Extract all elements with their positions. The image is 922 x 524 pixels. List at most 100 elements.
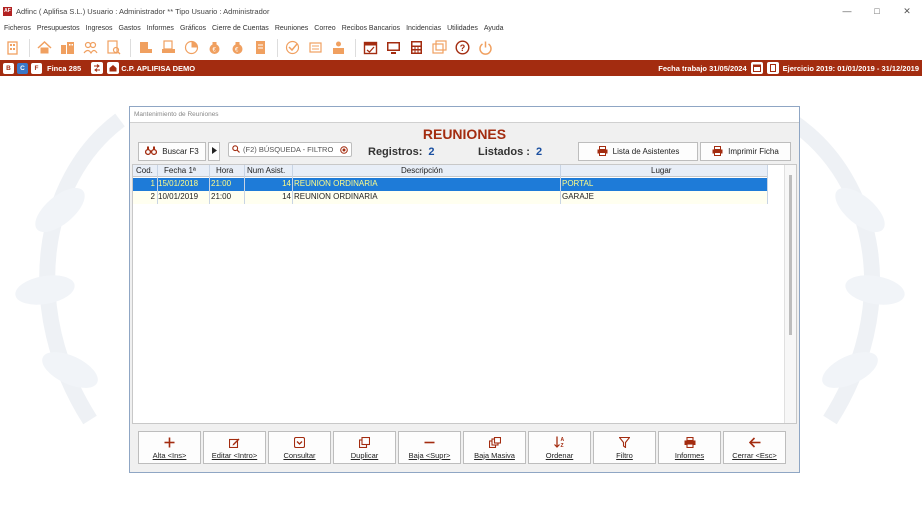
book-icon[interactable] xyxy=(137,39,154,56)
triangle-right-icon xyxy=(211,147,217,156)
listados-stat: Listados : 2 xyxy=(478,146,542,158)
table-scrollbar[interactable] xyxy=(784,165,796,423)
menu-gastos[interactable]: Gastos xyxy=(119,25,141,32)
users-icon[interactable] xyxy=(82,39,99,56)
printer-icon xyxy=(684,436,696,449)
search-input[interactable]: (F2) BÚSQUEDA - FILTRO xyxy=(228,142,352,157)
editar-button[interactable]: Editar <Intro> xyxy=(203,431,266,464)
alta-button[interactable]: Alta <Ins> xyxy=(138,431,201,464)
duplicar-button[interactable]: Duplicar xyxy=(333,431,396,464)
meeting-icon[interactable] xyxy=(284,39,301,56)
badge-c[interactable]: C xyxy=(17,62,28,74)
minimize-button[interactable]: — xyxy=(832,0,862,22)
registros-value: 2 xyxy=(428,146,435,158)
document-search-icon[interactable] xyxy=(105,39,122,56)
printer-icon xyxy=(597,145,608,158)
ejercicio: Ejercicio 2019: 01/01/2019 - 31/12/2019 xyxy=(782,63,919,73)
search-button[interactable]: Buscar F3 xyxy=(138,142,206,161)
menu-graficos[interactable]: Gráficos xyxy=(180,25,206,32)
imprimir-ficha-button[interactable]: Imprimir Ficha xyxy=(700,142,791,161)
baja-label: Baja <Supr> xyxy=(408,450,451,460)
window-title: Adfinc ( Aplifisa S.L.) Usuario : Admini… xyxy=(16,6,270,16)
informes-label: Informes xyxy=(674,450,705,460)
badge-f[interactable]: F xyxy=(31,62,42,74)
house-icon[interactable] xyxy=(36,39,53,56)
registros-stat: Registros: 2 xyxy=(368,146,435,158)
svg-text:?: ? xyxy=(460,43,466,53)
search-button-label: Buscar F3 xyxy=(162,147,199,156)
menu-utilidades[interactable]: Utilidades xyxy=(447,25,478,32)
menu-ficheros[interactable]: Ficheros xyxy=(4,25,31,32)
binoculars-icon xyxy=(145,146,158,157)
money-bag-icon[interactable]: € xyxy=(206,39,223,56)
toolbar-separator xyxy=(355,38,356,57)
maximize-button[interactable]: □ xyxy=(862,0,892,22)
building-icon[interactable] xyxy=(4,39,21,56)
scrollbar-thumb[interactable] xyxy=(789,175,792,335)
filtro-button[interactable]: Filtro xyxy=(593,431,656,464)
ordenar-label: Ordenar xyxy=(545,450,574,460)
coins-icon[interactable]: € xyxy=(229,39,246,56)
alta-label: Alta <Ins> xyxy=(152,450,187,460)
edit-icon xyxy=(229,436,240,449)
column-dividers xyxy=(157,165,768,204)
window-controls: — □ ✕ xyxy=(832,0,922,22)
menu-ayuda[interactable]: Ayuda xyxy=(484,25,504,32)
close-button[interactable]: ✕ xyxy=(892,0,922,22)
listados-label: Listados : xyxy=(478,146,530,158)
lista-asistentes-label: Lista de Asistentes xyxy=(612,147,680,156)
document-small-icon[interactable] xyxy=(766,62,779,74)
dialog-title: Mantenimiento de Reuniones xyxy=(130,107,799,123)
arrow-left-icon xyxy=(748,436,761,449)
window-icon[interactable] xyxy=(431,39,448,56)
calendar-small-icon[interactable] xyxy=(750,62,763,74)
consultar-button[interactable]: Consultar xyxy=(268,431,331,464)
monitor-icon[interactable] xyxy=(385,39,402,56)
printer-doc-icon[interactable] xyxy=(160,39,177,56)
baja-button[interactable]: Baja <Supr> xyxy=(398,431,461,464)
menu-reuniones[interactable]: Reuniones xyxy=(275,25,308,32)
calendar-icon[interactable] xyxy=(362,39,379,56)
window-titlebar: AF Adfinc ( Aplifisa S.L.) Usuario : Adm… xyxy=(0,0,922,22)
bell-icon[interactable] xyxy=(307,39,324,56)
lista-asistentes-button[interactable]: Lista de Asistentes xyxy=(578,142,698,161)
city-icon[interactable] xyxy=(59,39,76,56)
minus-icon xyxy=(424,436,435,449)
printer-icon xyxy=(712,145,723,158)
clear-search-icon[interactable] xyxy=(340,146,348,156)
toolbar-separator xyxy=(277,38,278,57)
ordenar-button[interactable]: AZ Ordenar xyxy=(528,431,591,464)
informes-button[interactable]: Informes xyxy=(658,431,721,464)
editar-label: Editar <Intro> xyxy=(211,450,258,460)
magnifier-icon xyxy=(232,144,240,155)
imprimir-ficha-label: Imprimir Ficha xyxy=(728,147,779,156)
action-bar: Alta <Ins> Editar <Intro> Consultar Dupl… xyxy=(132,426,797,470)
fecha-trabajo: Fecha trabajo 31/05/2024 xyxy=(658,63,747,73)
main-toolbar: € € ? xyxy=(0,35,922,60)
app-logo: AF xyxy=(3,6,12,16)
cerrar-button[interactable]: Cerrar <Esc> xyxy=(723,431,786,464)
help-icon[interactable]: ? xyxy=(454,39,471,56)
menu-incidencias[interactable]: Incidencias xyxy=(406,25,441,32)
search-placeholder: (F2) BÚSQUEDA - FILTRO xyxy=(243,145,334,154)
invoice-icon[interactable] xyxy=(252,39,269,56)
finca-label: Finca 285 xyxy=(47,63,82,73)
filtro-label: Filtro xyxy=(616,450,633,460)
menu-ingresos[interactable]: Ingresos xyxy=(86,25,113,32)
menu-informes[interactable]: Informes xyxy=(147,25,174,32)
swap-icon[interactable] xyxy=(91,62,104,74)
menu-presupuestos[interactable]: Presupuestos xyxy=(37,25,80,32)
power-icon[interactable] xyxy=(477,39,494,56)
chart-icon[interactable] xyxy=(183,39,200,56)
toolbar-separator xyxy=(29,38,30,57)
baja-masiva-button[interactable]: Baja Masiva xyxy=(463,431,526,464)
building-small-icon xyxy=(107,62,120,74)
people-icon[interactable] xyxy=(330,39,347,56)
menu-cierre-cuentas[interactable]: Cierre de Cuentas xyxy=(212,25,269,32)
badge-b[interactable]: B xyxy=(3,62,14,74)
menu-recibos-bancarios[interactable]: Recibos Bancarios xyxy=(342,25,400,32)
duplicar-label: Duplicar xyxy=(350,450,379,460)
calculator-icon[interactable] xyxy=(408,39,425,56)
menu-correo[interactable]: Correo xyxy=(314,25,335,32)
search-arrow-button[interactable] xyxy=(208,142,220,161)
